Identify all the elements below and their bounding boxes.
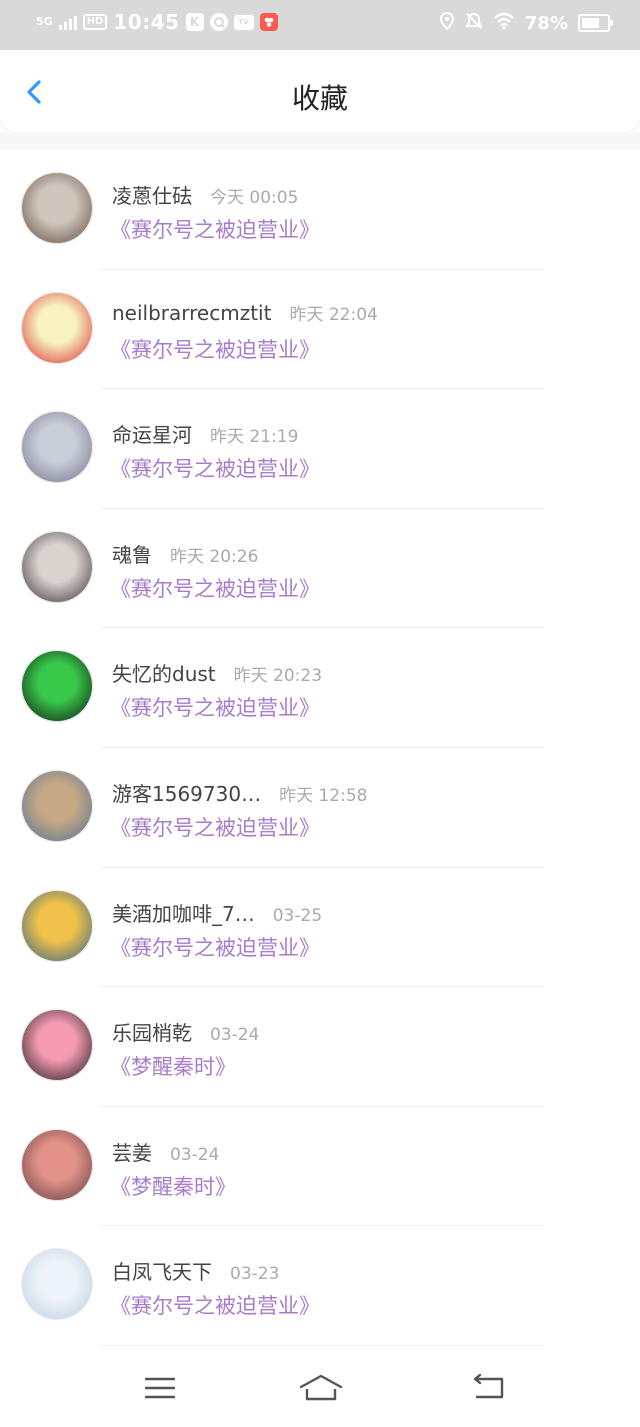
list-item[interactable]: 美酒加咖啡_7… 03-25 《赛尔号之被迫营业》 <box>0 868 640 988</box>
tv-app-icon: TV <box>233 14 254 30</box>
divider <box>100 1344 544 1346</box>
item-header: 命运星河 昨天 21:19 <box>112 419 298 448</box>
item-header: 白凤飞天下 03-23 <box>112 1256 279 1285</box>
list-item[interactable]: 乐园梢乾 03-24 《梦醒秦时》 <box>0 987 640 1107</box>
user-name[interactable]: 美酒加咖啡_7… <box>112 898 255 927</box>
battery-percent: 78% <box>524 12 568 34</box>
home-icon <box>299 1374 343 1401</box>
list-item[interactable]: 白凤飞天下 03-23 《赛尔号之被迫营业》 <box>0 1226 640 1346</box>
item-header: 乐园梢乾 03-24 <box>112 1017 259 1046</box>
user-name[interactable]: 芸姜 <box>112 1137 152 1166</box>
clock: 10:45 <box>113 10 180 34</box>
item-header: 失忆的dust 昨天 20:23 <box>112 658 322 687</box>
user-name[interactable]: 魂鲁 <box>112 539 152 568</box>
timestamp: 昨天 21:19 <box>210 427 299 448</box>
header-divider <box>0 132 640 150</box>
avatar[interactable] <box>21 650 93 723</box>
favorite-title-link[interactable]: 《梦醒秦时》 <box>110 1051 236 1081</box>
list-item[interactable]: 凌蒽仕砝 今天 00:05 《赛尔号之被迫营业》 <box>0 150 640 270</box>
item-header: 魂鲁 昨天 20:26 <box>112 539 258 568</box>
timestamp: 03-24 <box>210 1025 260 1046</box>
avatar[interactable] <box>21 1128 93 1201</box>
favorite-title-link[interactable]: 《赛尔号之被迫营业》 <box>110 573 320 603</box>
user-name[interactable]: 失忆的dust <box>112 658 216 687</box>
favorite-title-link[interactable]: 《赛尔号之被迫营业》 <box>110 692 320 722</box>
system-nav-bar <box>0 1353 640 1427</box>
avatar[interactable] <box>21 889 93 962</box>
user-name[interactable]: neilbrarrecmztit <box>112 301 271 325</box>
avatar[interactable] <box>21 291 93 364</box>
timestamp: 昨天 22:04 <box>289 304 378 325</box>
timestamp: 今天 00:05 <box>210 188 299 208</box>
menu-button[interactable] <box>140 1371 180 1405</box>
avatar[interactable] <box>21 530 93 603</box>
shop-app-icon <box>259 13 278 31</box>
list-item[interactable]: 失忆的dust 昨天 20:23 《赛尔号之被迫营业》 <box>0 628 640 748</box>
list-item[interactable]: 芸姜 03-24 《梦醒秦时》 <box>0 1107 640 1227</box>
avatar[interactable] <box>21 1248 93 1321</box>
menu-icon <box>144 1377 176 1399</box>
wifi-icon <box>493 12 515 34</box>
favorite-title-link[interactable]: 《赛尔号之被迫营业》 <box>110 932 320 962</box>
item-header: 美酒加咖啡_7… 03-25 <box>112 898 322 927</box>
user-name[interactable]: 命运星河 <box>112 419 192 448</box>
favorite-title-link[interactable]: 《梦醒秦时》 <box>110 1171 236 1201</box>
favorite-title-link[interactable]: 《赛尔号之被迫营业》 <box>110 1290 320 1320</box>
favorite-title-link[interactable]: 《赛尔号之被迫营业》 <box>110 812 320 842</box>
item-header: neilbrarrecmztit 昨天 22:04 <box>112 300 378 325</box>
avatar[interactable] <box>21 1009 93 1082</box>
list-item[interactable]: 命运星河 昨天 21:19 《赛尔号之被迫营业》 <box>0 389 640 509</box>
list-item[interactable]: 游客1569730… 昨天 12:58 《赛尔号之被迫营业》 <box>0 748 640 868</box>
favorites-list: 凌蒽仕砝 今天 00:05 《赛尔号之被迫营业》 neilbrarrecmztit 昨天… <box>0 150 640 1346</box>
back-icon <box>473 1373 504 1399</box>
favorite-title-link[interactable]: 《赛尔号之被迫营业》 <box>110 214 320 244</box>
timestamp: 03-23 <box>230 1264 280 1285</box>
item-header: 游客1569730… 昨天 12:58 <box>112 778 367 807</box>
mute-icon <box>465 12 483 34</box>
k-app-icon: K <box>185 13 204 31</box>
timestamp: 昨天 12:58 <box>279 785 368 806</box>
user-name[interactable]: 白凤飞天下 <box>112 1256 212 1285</box>
hd-badge: HD <box>82 14 108 30</box>
list-item[interactable]: neilbrarrecmztit 昨天 22:04 《赛尔号之被迫营业》 <box>0 270 640 390</box>
avatar[interactable] <box>21 172 93 244</box>
timestamp: 03-25 <box>272 905 323 926</box>
app-header: 收藏 <box>0 50 640 132</box>
user-name[interactable]: 乐园梢乾 <box>112 1017 192 1046</box>
timestamp: 昨天 20:26 <box>170 546 259 567</box>
timestamp: 03-24 <box>170 1144 220 1165</box>
timestamp: 昨天 20:23 <box>233 666 323 687</box>
avatar[interactable] <box>21 411 93 484</box>
network-label: 5G <box>36 15 53 28</box>
q-app-icon <box>209 13 228 31</box>
favorite-title-link[interactable]: 《赛尔号之被迫营业》 <box>110 334 320 364</box>
status-bar: 5G HD 10:45 K TV 78% <box>0 0 640 50</box>
user-name[interactable]: 凌蒽仕砝 <box>112 180 192 209</box>
battery-icon <box>578 14 613 32</box>
back-nav-button[interactable] <box>468 1371 508 1405</box>
item-header: 凌蒽仕砝 今天 00:05 <box>112 180 298 209</box>
home-button[interactable] <box>298 1371 344 1405</box>
signal-icon <box>58 14 77 30</box>
page-title: 收藏 <box>291 82 348 115</box>
favorite-title-link[interactable]: 《赛尔号之被迫营业》 <box>110 453 320 483</box>
user-name[interactable]: 游客1569730… <box>112 778 261 807</box>
avatar[interactable] <box>21 769 93 842</box>
location-icon <box>439 11 455 34</box>
item-header: 芸姜 03-24 <box>112 1137 219 1166</box>
list-item[interactable]: 魂鲁 昨天 20:26 《赛尔号之被迫营业》 <box>0 509 640 629</box>
